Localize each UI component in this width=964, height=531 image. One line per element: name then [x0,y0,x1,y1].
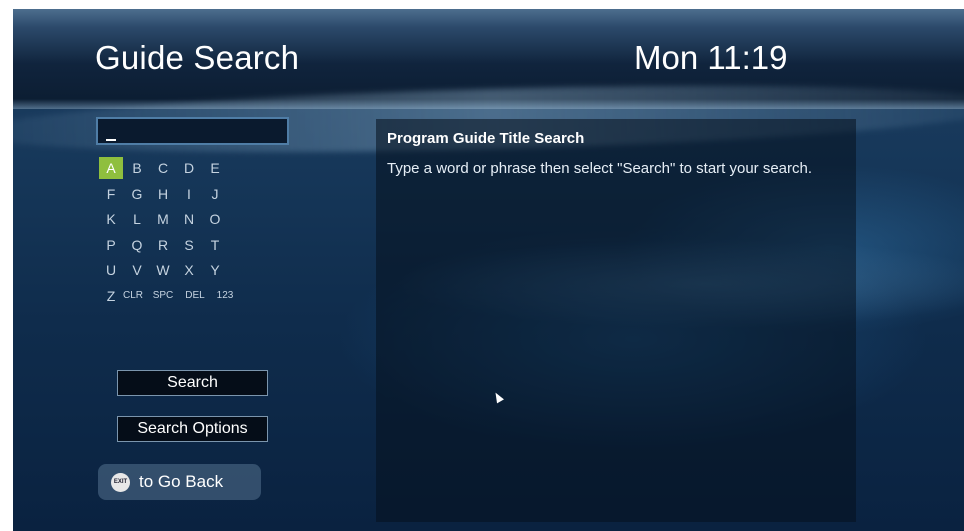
key-del[interactable]: DEL [179,285,211,307]
key-w[interactable]: W [151,259,175,281]
page-title: Guide Search [95,39,300,76]
key-clr[interactable]: CLR [117,285,149,307]
key-spc[interactable]: SPC [147,285,179,307]
info-body: Type a word or phrase then select "Searc… [387,160,813,177]
key-d[interactable]: D [177,157,201,179]
key-m[interactable]: M [151,208,175,230]
exit-button-icon: EXIT [111,473,130,492]
key-v[interactable]: V [125,259,149,281]
key-u[interactable]: U [99,259,123,281]
info-title: Program Guide Title Search [387,130,585,147]
go-back-label: to Go Back [139,472,224,491]
clock: Mon 11:19 [634,39,788,76]
key-i[interactable]: I [177,183,201,205]
key-h[interactable]: H [151,183,175,205]
key-c[interactable]: C [151,157,175,179]
key-n[interactable]: N [177,208,201,230]
key-j[interactable]: J [203,183,227,205]
key-123[interactable]: 123 [209,285,241,307]
key-y[interactable]: Y [203,259,227,281]
key-o[interactable]: O [203,208,227,230]
info-panel: Program Guide Title Search Type a word o… [376,119,856,522]
key-q[interactable]: Q [125,234,149,256]
go-back-hint[interactable]: EXIT to Go Back [98,464,261,500]
search-button[interactable]: Search [117,370,268,396]
key-t[interactable]: T [203,234,227,256]
key-g[interactable]: G [125,183,149,205]
key-e[interactable]: E [203,157,227,179]
key-x[interactable]: X [177,259,201,281]
search-options-button[interactable]: Search Options [117,416,268,442]
key-r[interactable]: R [151,234,175,256]
key-k[interactable]: K [99,208,123,230]
key-b[interactable]: B [125,157,149,179]
key-l[interactable]: L [125,208,149,230]
key-p[interactable]: P [99,234,123,256]
key-s[interactable]: S [177,234,201,256]
key-f[interactable]: F [99,183,123,205]
key-a[interactable]: A [99,157,123,179]
search-input[interactable] [96,117,289,145]
text-caret [106,139,116,141]
